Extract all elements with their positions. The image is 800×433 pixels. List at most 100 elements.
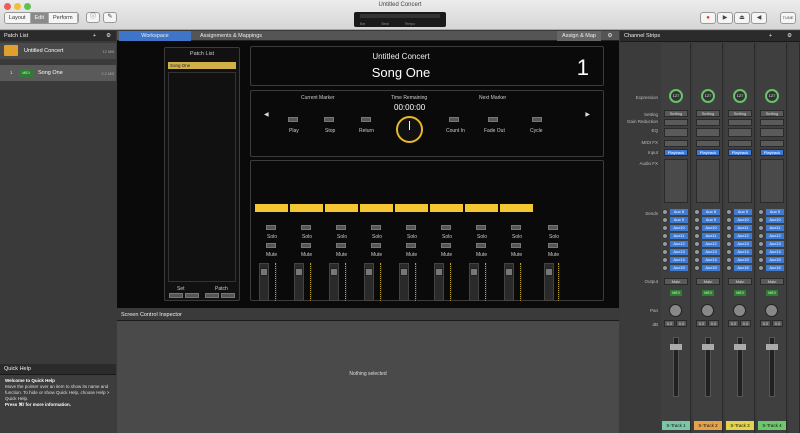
gear-icon[interactable]: ⚙: [787, 31, 792, 42]
midi-fx-slot[interactable]: [728, 140, 752, 147]
send-slot[interactable]: Aux 9: [670, 217, 688, 223]
send-knob[interactable]: [694, 257, 700, 263]
send-slot[interactable]: Aux10: [702, 225, 720, 231]
eq-slot[interactable]: [664, 128, 688, 137]
send-slot[interactable]: Aux11: [702, 233, 720, 239]
midi-fx-slot[interactable]: [760, 140, 784, 147]
rewind-button[interactable]: ◀: [751, 12, 767, 24]
track-name-label[interactable]: S-Track 1: [662, 421, 690, 430]
track-name-bar[interactable]: [360, 204, 393, 212]
send-slot[interactable]: Aux16: [734, 265, 752, 271]
tab-workspace[interactable]: Workspace: [119, 31, 191, 41]
track-fader[interactable]: [329, 263, 339, 301]
mute-button[interactable]: [371, 243, 381, 248]
eq-slot[interactable]: [728, 128, 752, 137]
patch-item-selected[interactable]: Song One: [168, 62, 236, 69]
main-mute-button[interactable]: [548, 243, 558, 248]
volume-fader[interactable]: [670, 337, 682, 397]
song-row[interactable]: 1 MIDI Song One 2.2 MB: [0, 65, 116, 81]
input-slot[interactable]: Playback: [728, 149, 752, 156]
channel-strip[interactable]: 127 Setting Playback Aux 8 Aux 9 Aux10 Aux11 Au…: [693, 43, 723, 433]
return-control-button[interactable]: [361, 117, 371, 122]
send-slot[interactable]: Aux10: [734, 217, 752, 223]
stop-control-button[interactable]: [324, 117, 334, 122]
audio-fx-slot[interactable]: [664, 159, 688, 203]
send-knob[interactable]: [758, 257, 764, 263]
gear-icon[interactable]: ⚙: [603, 31, 617, 41]
play-control-button[interactable]: [288, 117, 298, 122]
volume-fader[interactable]: [702, 337, 714, 397]
send-slot[interactable]: Aux 8: [670, 209, 688, 215]
send-knob[interactable]: [758, 225, 764, 231]
send-knob[interactable]: [662, 233, 668, 239]
solo-button[interactable]: [371, 225, 381, 230]
patch-list-control[interactable]: Patch List Song One Set Patch: [164, 47, 240, 301]
send-knob[interactable]: [758, 209, 764, 215]
track-name-bar[interactable]: [325, 204, 358, 212]
track-name-label[interactable]: S-Track 2: [694, 421, 722, 430]
tab-assignments[interactable]: Assignments & Mappings: [193, 31, 269, 41]
add-icon[interactable]: +: [769, 31, 772, 42]
solo-button[interactable]: [511, 225, 521, 230]
send-knob[interactable]: [662, 241, 668, 247]
send-knob[interactable]: [726, 265, 732, 271]
send-knob[interactable]: [758, 249, 764, 255]
send-slot[interactable]: Aux13: [702, 249, 720, 255]
track-name-label[interactable]: S-Track 3: [726, 421, 754, 430]
count-in-button[interactable]: [449, 117, 459, 122]
patch-down-button[interactable]: [221, 293, 235, 298]
set-down-button[interactable]: [185, 293, 199, 298]
send-slot[interactable]: Aux11: [766, 225, 784, 231]
send-knob[interactable]: [694, 209, 700, 215]
concert-row[interactable]: Untitled Concert 12 MB: [0, 43, 116, 59]
solo-button[interactable]: [406, 225, 416, 230]
midi-fx-slot[interactable]: [664, 140, 688, 147]
cycle-button[interactable]: [532, 117, 542, 122]
send-knob[interactable]: [694, 241, 700, 247]
pan-knob[interactable]: [765, 304, 778, 317]
track-name-bar[interactable]: [395, 204, 428, 212]
send-slot[interactable]: Aux12: [734, 233, 752, 239]
send-knob[interactable]: [662, 209, 668, 215]
send-knob[interactable]: [726, 257, 732, 263]
send-knob[interactable]: [694, 249, 700, 255]
audio-fx-slot[interactable]: [728, 159, 752, 203]
track-name-bar[interactable]: [430, 204, 463, 212]
patch-up-button[interactable]: [205, 293, 219, 298]
send-knob[interactable]: [662, 225, 668, 231]
send-knob[interactable]: [726, 217, 732, 223]
send-slot[interactable]: Aux13: [766, 241, 784, 247]
time-knob[interactable]: [396, 116, 423, 143]
mute-button[interactable]: [511, 243, 521, 248]
track-fader[interactable]: [469, 263, 479, 301]
send-slot[interactable]: Aux14: [734, 249, 752, 255]
send-slot[interactable]: Aux11: [734, 225, 752, 231]
track-fader[interactable]: [294, 263, 304, 301]
audio-fx-slot[interactable]: [760, 159, 784, 203]
send-knob[interactable]: [758, 233, 764, 239]
mode-perform[interactable]: Perform: [49, 13, 78, 23]
track-name-bar[interactable]: [255, 204, 288, 212]
send-knob[interactable]: [758, 265, 764, 271]
send-slot[interactable]: Aux12: [702, 241, 720, 247]
send-slot[interactable]: Aux13: [670, 249, 688, 255]
send-knob[interactable]: [662, 265, 668, 271]
send-slot[interactable]: Aux10: [670, 225, 688, 231]
send-slot[interactable]: Aux 9: [734, 209, 752, 215]
send-knob[interactable]: [694, 265, 700, 271]
output-slot[interactable]: Main: [696, 278, 720, 285]
send-slot[interactable]: Aux15: [734, 257, 752, 263]
midi-fx-slot[interactable]: [696, 140, 720, 147]
play-button[interactable]: ▶: [717, 12, 733, 24]
track-fader[interactable]: [399, 263, 409, 301]
setting-slot[interactable]: Setting: [760, 110, 784, 117]
expression-knob[interactable]: 127: [733, 89, 747, 103]
eq-slot[interactable]: [760, 128, 784, 137]
mute-button[interactable]: [406, 243, 416, 248]
send-slot[interactable]: Aux12: [670, 241, 688, 247]
send-knob[interactable]: [726, 249, 732, 255]
send-slot[interactable]: Aux15: [766, 257, 784, 263]
eject-icon[interactable]: ⏏: [734, 12, 750, 24]
eq-slot[interactable]: [696, 128, 720, 137]
send-slot[interactable]: Aux 9: [766, 209, 784, 215]
